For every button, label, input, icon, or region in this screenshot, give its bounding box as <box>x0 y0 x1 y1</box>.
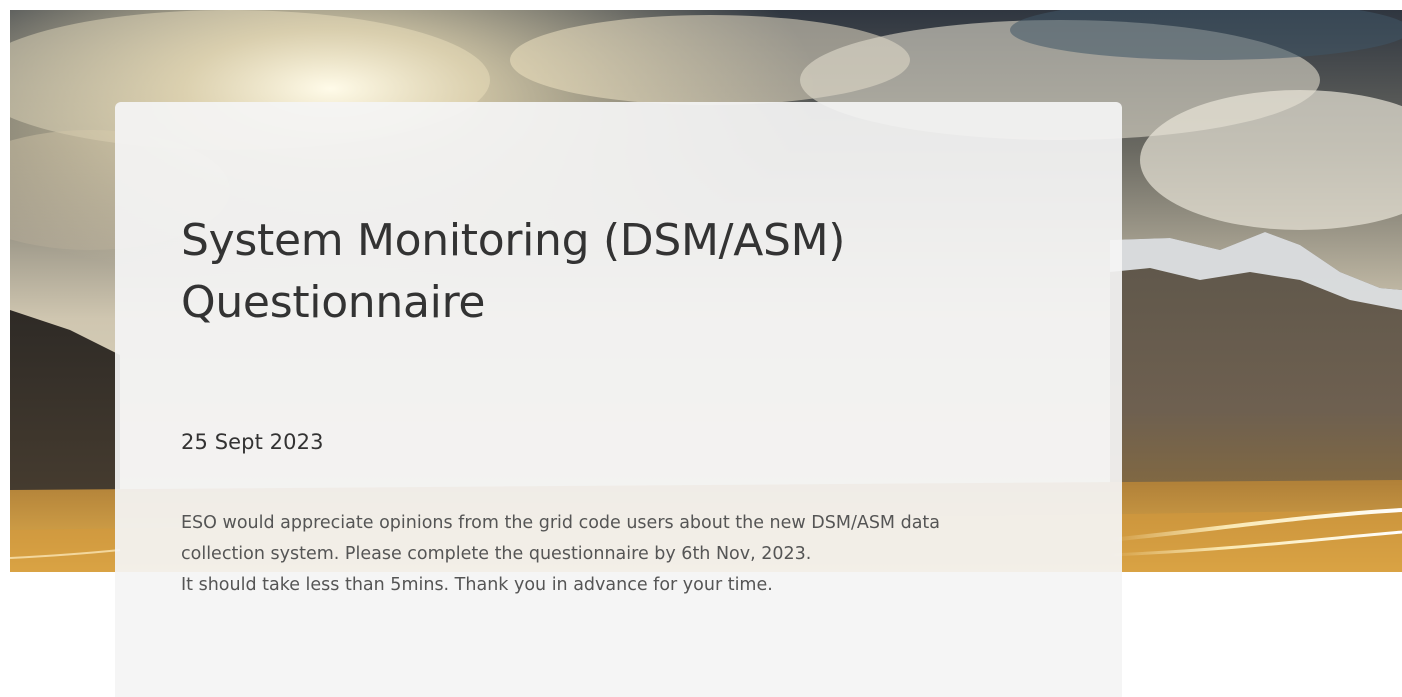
form-header-card: System Monitoring (DSM/ASM) Questionnair… <box>115 102 1122 697</box>
description-paragraph: ESO would appreciate opinions from the g… <box>181 513 941 564</box>
form-description: ESO would appreciate opinions from the g… <box>181 508 941 601</box>
form-date: 25 Sept 2023 <box>181 430 324 454</box>
form-title: System Monitoring (DSM/ASM) Questionnair… <box>181 215 846 328</box>
description-paragraph: It should take less than 5mins. Thank yo… <box>181 575 773 595</box>
form-page: System Monitoring (DSM/ASM) Questionnair… <box>0 0 1402 697</box>
